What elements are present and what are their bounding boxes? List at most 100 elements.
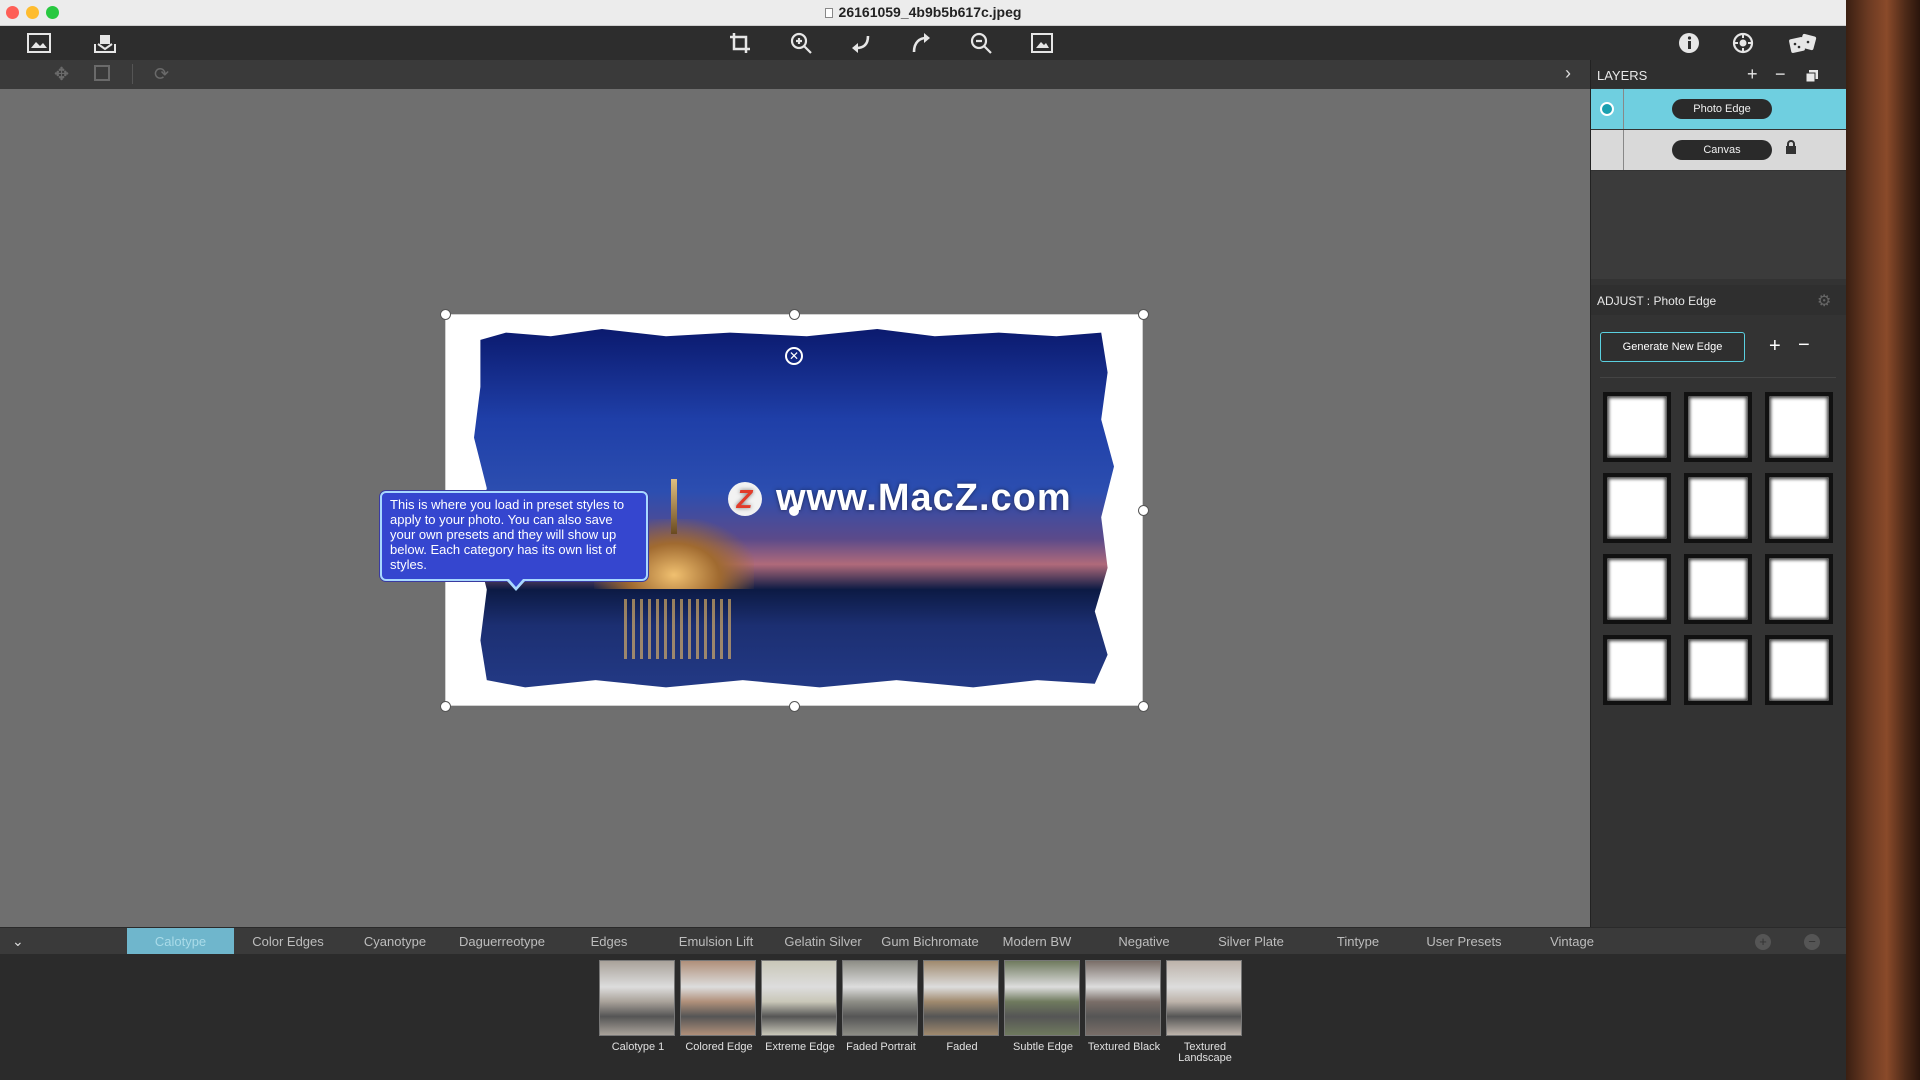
info-icon[interactable]: [1674, 29, 1704, 57]
tab-gelatin-silver[interactable]: Gelatin Silver: [778, 928, 868, 955]
app-window: 26161059_4b9b5b617c.jpeg ✥ ⟳ › Z www.Mac…: [0, 0, 1846, 1080]
window-title-text: 26161059_4b9b5b617c.jpeg: [838, 4, 1022, 20]
tab-cyanotype[interactable]: Cyanotype: [350, 928, 440, 955]
layer-row-canvas[interactable]: Canvas: [1591, 130, 1846, 170]
tab-calotype[interactable]: Calotype: [127, 928, 234, 955]
tab-modern-bw[interactable]: Modern BW: [994, 928, 1080, 955]
resize-handle-bottom-right[interactable]: [1138, 701, 1149, 712]
edge-thumbnail[interactable]: [1603, 473, 1671, 543]
resize-handle-top-right[interactable]: [1138, 309, 1149, 320]
preset-item[interactable]: Textured Landscape: [1166, 960, 1244, 1064]
preset-thumbnail[interactable]: [761, 960, 837, 1036]
preset-label: Extreme Edge: [765, 1041, 835, 1053]
edge-thumbnail[interactable]: [1603, 392, 1671, 462]
tab-edges[interactable]: Edges: [574, 928, 644, 955]
tab-color-edges[interactable]: Color Edges: [243, 928, 333, 955]
visibility-toggle[interactable]: [1600, 102, 1614, 116]
duplicate-layer-icon[interactable]: [1805, 67, 1819, 88]
category-bar: ⌄ Calotype Color Edges Cyanotype Daguerr…: [0, 927, 1846, 955]
resize-handle-bottom-left[interactable]: [440, 701, 451, 712]
right-panel: LAYERS + − Photo Edge Canvas ADJUST : Ph…: [1590, 60, 1846, 927]
edge-thumbnail[interactable]: [1765, 392, 1833, 462]
edge-thumbnail[interactable]: [1603, 635, 1671, 705]
preset-item[interactable]: Colored Edge: [680, 960, 758, 1053]
edge-preview: [1769, 477, 1829, 539]
toolbar-divider: [132, 64, 133, 84]
select-rect-icon[interactable]: [93, 64, 111, 87]
edge-preview: [1688, 477, 1748, 539]
redo-icon[interactable]: [906, 29, 936, 57]
move-icon[interactable]: ✥: [54, 64, 69, 85]
remove-edge-icon[interactable]: −: [1798, 334, 1810, 357]
editing-canvas[interactable]: Zwww.MacZ.com ✕ This is where you load i…: [0, 89, 1590, 927]
edge-thumbnail[interactable]: [1765, 635, 1833, 705]
edge-thumbnail[interactable]: [1765, 473, 1833, 543]
generate-new-edge-button[interactable]: Generate New Edge: [1600, 332, 1745, 362]
tab-user-presets[interactable]: User Presets: [1416, 928, 1512, 955]
center-handle[interactable]: [789, 506, 799, 516]
zoom-in-icon[interactable]: [786, 29, 816, 57]
tab-emulsion-lift[interactable]: Emulsion Lift: [668, 928, 764, 955]
preset-item[interactable]: Extreme Edge: [761, 960, 839, 1053]
tab-silver-plate[interactable]: Silver Plate: [1206, 928, 1296, 955]
preset-thumbnail[interactable]: [1004, 960, 1080, 1036]
layer-divider: [1623, 89, 1624, 129]
layer-row-photo-edge[interactable]: Photo Edge: [1591, 89, 1846, 129]
tab-gum-bichromate[interactable]: Gum Bichromate: [876, 928, 984, 955]
edge-thumbnail[interactable]: [1603, 554, 1671, 624]
edge-preview: [1607, 396, 1667, 458]
image-icon[interactable]: [24, 29, 54, 57]
tab-vintage[interactable]: Vintage: [1530, 928, 1614, 955]
remove-layer-icon[interactable]: ✕: [785, 347, 803, 365]
remove-preset-icon[interactable]: −: [1804, 934, 1820, 950]
chevron-right-icon[interactable]: ›: [1565, 63, 1571, 84]
layer-label[interactable]: Canvas: [1672, 140, 1772, 160]
crop-icon[interactable]: [725, 29, 755, 57]
preset-thumbnail[interactable]: [842, 960, 918, 1036]
resize-handle-top[interactable]: [789, 309, 800, 320]
document-icon: [824, 8, 833, 18]
preset-item[interactable]: Textured Black: [1085, 960, 1163, 1053]
tab-tintype[interactable]: Tintype: [1318, 928, 1398, 955]
zoom-out-icon[interactable]: [966, 29, 996, 57]
preset-thumbnail[interactable]: [1166, 960, 1242, 1036]
dice-icon[interactable]: [1786, 29, 1820, 57]
settings-icon[interactable]: [1728, 29, 1758, 57]
adjust-settings-icon[interactable]: ⚙: [1817, 291, 1831, 311]
edge-thumbnail[interactable]: [1684, 392, 1752, 462]
add-preset-icon[interactable]: +: [1755, 934, 1771, 950]
undo-icon[interactable]: [846, 29, 876, 57]
add-edge-icon[interactable]: +: [1769, 335, 1781, 358]
layers-empty-area: [1591, 171, 1846, 279]
resize-handle-top-left[interactable]: [440, 309, 451, 320]
resize-handle-bottom[interactable]: [789, 701, 800, 712]
import-icon[interactable]: [90, 29, 120, 57]
layer-label[interactable]: Photo Edge: [1672, 99, 1772, 119]
preset-label: Colored Edge: [685, 1041, 753, 1053]
preset-thumbnail[interactable]: [1085, 960, 1161, 1036]
preset-item[interactable]: Subtle Edge: [1004, 960, 1082, 1053]
edge-thumbnail[interactable]: [1684, 473, 1752, 543]
preset-item[interactable]: Faded: [923, 960, 1001, 1053]
preset-thumbnail[interactable]: [680, 960, 756, 1036]
chevron-down-icon[interactable]: ⌄: [12, 933, 24, 950]
adjust-title: ADJUST : Photo Edge: [1597, 294, 1717, 308]
rotate-icon[interactable]: ⟳: [154, 64, 169, 85]
preset-thumbnail[interactable]: [923, 960, 999, 1036]
edge-thumbnail[interactable]: [1765, 554, 1833, 624]
preset-item[interactable]: Faded Portrait: [842, 960, 920, 1053]
remove-layer-minus-icon[interactable]: −: [1775, 64, 1786, 85]
lock-icon[interactable]: [1785, 140, 1797, 157]
edge-thumbnail[interactable]: [1684, 554, 1752, 624]
desktop-background: [1846, 0, 1920, 1080]
resize-handle-right[interactable]: [1138, 505, 1149, 516]
add-layer-icon[interactable]: +: [1747, 64, 1758, 85]
edge-thumbnail[interactable]: [1684, 635, 1752, 705]
water-reflection: [624, 599, 734, 659]
presets-strip: Calotype 1 Colored Edge Extreme Edge Faded …: [0, 954, 1846, 1080]
fit-to-screen-icon[interactable]: [1027, 29, 1057, 57]
tab-daguerreotype[interactable]: Daguerreotype: [452, 928, 552, 955]
preset-item[interactable]: Calotype 1: [599, 960, 677, 1053]
tab-negative[interactable]: Negative: [1102, 928, 1186, 955]
preset-thumbnail[interactable]: [599, 960, 675, 1036]
